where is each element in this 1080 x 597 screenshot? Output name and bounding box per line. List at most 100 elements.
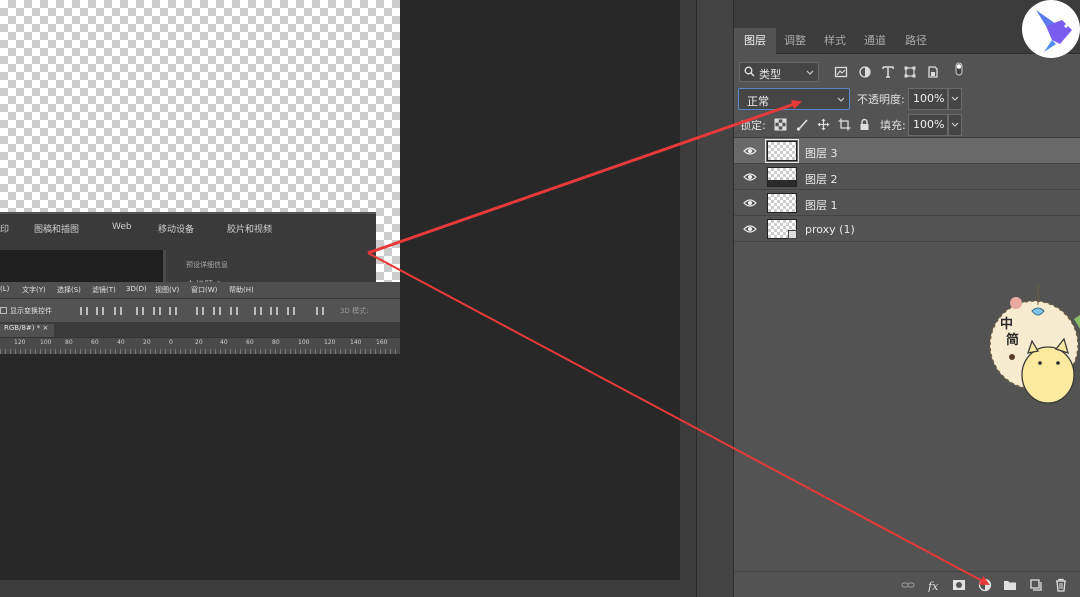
cat-sticker: 中 简 (986, 285, 1080, 415)
pixel-filter-icon[interactable] (834, 65, 848, 79)
cat-sticker-icon (989, 285, 1080, 404)
menu-item: 3D(D) (126, 285, 147, 293)
adjustment-icon[interactable] (978, 578, 992, 592)
layer-thumbnail (767, 167, 797, 187)
svg-text:fx: fx (927, 580, 939, 592)
lock-all-icon[interactable] (858, 118, 871, 131)
distribute-icon (230, 307, 238, 315)
fill-input[interactable]: 100% (908, 114, 948, 136)
distribute-icon (270, 307, 278, 315)
ruler-number: 60 (246, 339, 254, 346)
dialog-tab: Web (112, 222, 132, 232)
dialog-tab: 移动设备 (158, 225, 195, 235)
dialog-tabs: 印 图稿和插图 Web 移动设备 胶片和视频 (0, 222, 376, 240)
eye-icon[interactable] (743, 172, 757, 182)
layer-row[interactable]: proxy (1) (734, 216, 1080, 242)
dialog-tab: 印 (0, 225, 10, 235)
ruler-number: 60 (91, 339, 99, 346)
mask-icon[interactable] (952, 578, 966, 592)
eye-icon[interactable] (743, 146, 757, 156)
dialog-tab: 胶片和视频 (227, 225, 273, 235)
tab-channels[interactable]: 通道 (854, 28, 896, 54)
distribute-icon (287, 307, 295, 315)
menu-item: 窗口(W) (191, 286, 218, 294)
lock-position-move-icon[interactable] (817, 118, 830, 131)
layer-row[interactable]: 图层 2 (734, 164, 1080, 190)
3d-mode-label: 3D 模式: (340, 307, 369, 315)
opacity-input[interactable]: 100% (908, 88, 948, 110)
tab-styles[interactable]: 样式 (814, 28, 856, 54)
fill-dropdown-button[interactable] (948, 114, 962, 136)
ruler-number: 20 (195, 339, 203, 346)
tab-adjustments[interactable]: 调整 (774, 28, 816, 54)
fx-icon[interactable]: fx (927, 578, 941, 592)
blend-mode-select[interactable]: 正常 (738, 88, 850, 110)
layer-thumbnail (767, 219, 797, 239)
align-icon (136, 307, 144, 315)
tab-layers[interactable]: 图层 (734, 28, 776, 54)
search-icon (744, 66, 755, 77)
panel-dock-gutter (696, 0, 734, 597)
dialog-preview-area (0, 250, 166, 284)
layer-name: 图层 2 (805, 173, 838, 186)
lock-fill-row: 锁定: 填充: 100% (734, 112, 1080, 138)
thumbnail-content (768, 180, 796, 186)
align-icon (80, 307, 88, 315)
align-icon (153, 307, 161, 315)
layer-thumbnail (767, 193, 797, 213)
trash-icon[interactable] (1054, 578, 1068, 592)
layer-name: proxy (1) (805, 223, 855, 236)
align-icon (169, 307, 177, 315)
layer-thumbnail (765, 139, 799, 163)
lock-artboard-crop-icon[interactable] (838, 118, 851, 131)
layer-row[interactable]: 图层 1 (734, 190, 1080, 216)
distribute-icon (213, 307, 221, 315)
layers-bottom-toolbar: fx (734, 571, 1080, 597)
type-filter-icon[interactable] (881, 65, 895, 79)
filter-type-label: 类型 (759, 68, 781, 81)
opacity-dropdown-button[interactable] (948, 88, 962, 110)
layer-list: 图层 3 图层 2 图层 1 proxy (1) (734, 138, 1080, 246)
new-document-dialog: 印 图稿和插图 Web 移动设备 胶片和视频 预设详细信息 未标题-1 (0, 212, 376, 291)
align-icon (114, 307, 122, 315)
layer-row[interactable]: 图层 3 (734, 138, 1080, 164)
horizontal-scrollbar[interactable] (0, 580, 680, 597)
ruler-number: 120 (14, 339, 26, 346)
dialog-tab: 图稿和插图 (34, 225, 80, 235)
chevron-down-icon (951, 96, 959, 101)
smart-object-filter-icon[interactable] (926, 65, 940, 79)
canvas-area[interactable]: 印 图稿和插图 Web 移动设备 胶片和视频 预设详细信息 未标题-1 (L) … (0, 0, 680, 580)
folder-icon[interactable] (1003, 578, 1017, 592)
chevron-down-icon (837, 97, 845, 102)
layer-filter-row: 类型 (734, 58, 1080, 86)
ruler-number: 40 (117, 339, 125, 346)
eye-icon[interactable] (743, 224, 757, 234)
embedded-options-bar: 显示变换控件 3D 模式: (0, 298, 400, 322)
ruler-number: 80 (272, 339, 280, 346)
filter-toggle-icon[interactable] (952, 62, 966, 76)
fill-label: 填充: (880, 119, 906, 132)
ruler-number: 0 (169, 339, 173, 346)
auto-align-icon (316, 307, 324, 315)
link-icon[interactable] (901, 578, 915, 592)
vertical-scrollbar[interactable] (680, 0, 696, 597)
ruler-number: 120 (324, 339, 336, 346)
opacity-label: 不透明度: (857, 93, 905, 106)
lock-pixels-brush-icon[interactable] (796, 118, 809, 131)
align-icon (96, 307, 104, 315)
lock-transparency-icon[interactable] (774, 118, 787, 131)
eye-icon[interactable] (743, 198, 757, 208)
shape-filter-icon[interactable] (903, 65, 917, 79)
filter-type-select[interactable]: 类型 (739, 62, 819, 82)
ruler-number: 80 (65, 339, 73, 346)
adjustment-filter-icon[interactable] (858, 65, 872, 79)
ruler-number: 160 (376, 339, 388, 346)
embedded-ruler: 120 100 80 60 40 20 0 20 40 60 80 100 12… (0, 337, 400, 354)
ruler-number: 40 (220, 339, 228, 346)
menu-item: 滤镜(T) (92, 286, 116, 294)
new-layer-icon[interactable] (1029, 578, 1043, 592)
distribute-icon (196, 307, 204, 315)
layer-name: 图层 1 (805, 199, 838, 212)
tab-paths[interactable]: 路径 (895, 28, 937, 54)
ruler-number: 100 (40, 339, 52, 346)
